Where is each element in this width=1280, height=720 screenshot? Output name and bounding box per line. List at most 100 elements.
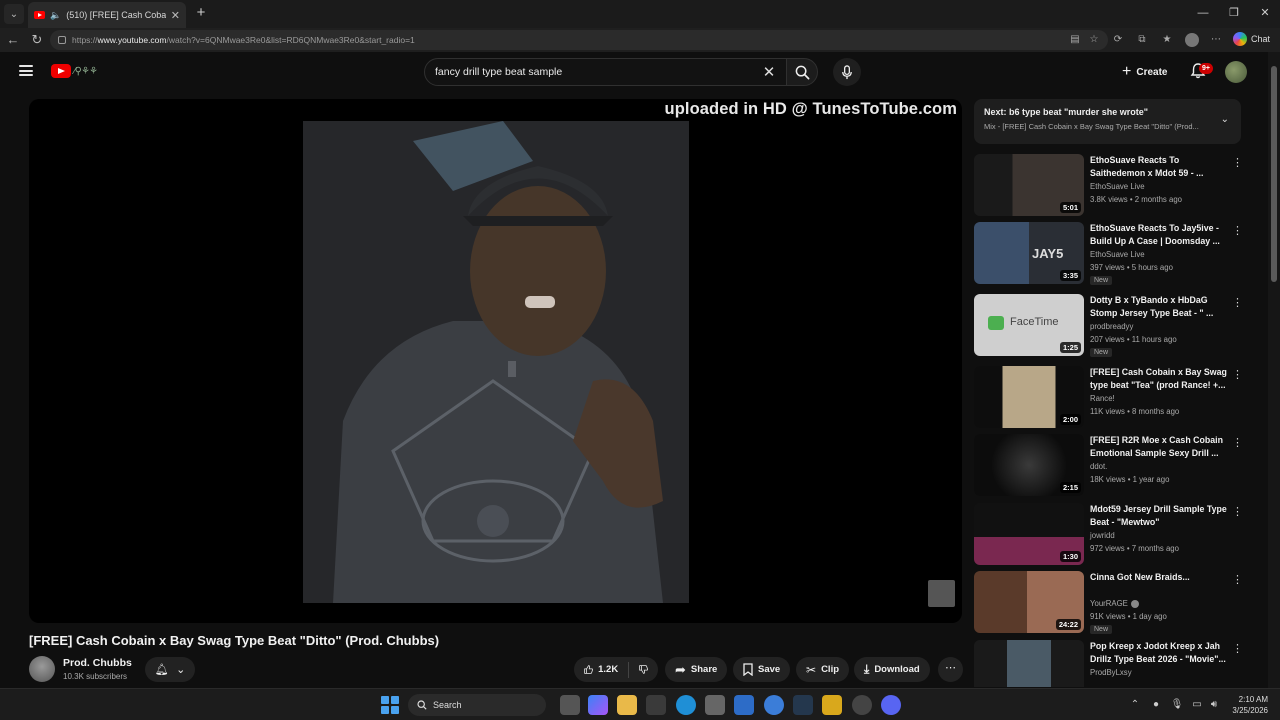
copilot-taskbar-icon[interactable] [588, 695, 608, 715]
recommendation-item[interactable]: 2:00 [FREE] Cash Cobain x Bay Swag type … [974, 366, 1254, 430]
reader-view-icon[interactable]: ▤ [1068, 33, 1082, 47]
kebab-menu-icon[interactable]: ⋮ [1232, 436, 1243, 449]
recommendation-channel[interactable]: jowridd [1090, 531, 1115, 540]
display-tray-icon[interactable]: ▭ [1190, 698, 1204, 712]
video-player[interactable]: uploaded in HD @ TunesToTube.com [29, 99, 962, 623]
recommendation-title[interactable]: [FREE] Cash Cobain x Bay Swag type beat … [1090, 366, 1230, 392]
clip-button[interactable]: ✂ Clip [796, 657, 850, 682]
profile-icon[interactable] [1185, 33, 1199, 47]
save-button[interactable]: Save [733, 657, 791, 682]
tray-overflow-chevron-icon[interactable]: ⌃ [1128, 698, 1142, 712]
kebab-menu-icon[interactable]: ⋮ [1232, 368, 1243, 381]
recommendation-channel[interactable]: prodbreadyy [1090, 322, 1133, 331]
recommendation-channel[interactable]: ddot. [1090, 462, 1107, 471]
roblox-studio-icon[interactable] [822, 695, 842, 715]
scrollbar-thumb[interactable] [1271, 66, 1277, 282]
endscreen-channel-thumbnail[interactable] [928, 580, 955, 607]
channel-avatar[interactable] [29, 656, 55, 682]
recommendation-channel[interactable]: ProdByLxsy [1090, 668, 1132, 677]
settings-gear-icon[interactable] [646, 695, 666, 715]
recommendation-thumbnail[interactable]: 24:22 [974, 571, 1084, 633]
kebab-menu-icon[interactable]: ⋮ [1232, 156, 1243, 169]
new-tab-icon[interactable]: + [192, 4, 210, 22]
recommendation-item[interactable]: 24:22 Cinna Got New Braids... YourRAGE 9… [974, 571, 1254, 635]
volume-tray-icon[interactable]: 🔊︎ [1207, 698, 1221, 712]
extensions-icon[interactable]: ⟳ [1111, 33, 1125, 47]
url-field[interactable]: https://www.youtube.com/watch?v=6QNMwae3… [50, 30, 1108, 50]
browser-menu-icon[interactable]: ⋯ [1209, 33, 1223, 47]
hamburger-menu-icon[interactable] [19, 65, 33, 76]
recommendation-title[interactable]: Mdot59 Jersey Drill Sample Type Beat - "… [1090, 503, 1230, 529]
recommendation-title[interactable]: [FREE] R2R Moe x Cash Cobain Emotional S… [1090, 434, 1230, 460]
refresh-icon[interactable]: ↻ [28, 31, 46, 49]
recommendation-title[interactable]: Cinna Got New Braids... [1090, 571, 1230, 584]
recommendation-channel[interactable]: EthoSuave Live [1090, 182, 1145, 191]
favorite-star-icon[interactable]: ☆ [1087, 33, 1101, 47]
browser-tab-active[interactable]: 🔈 (510) [FREE] Cash Cobain x Ba ✕ [28, 2, 186, 28]
recommendation-thumbnail[interactable]: 2:15 [974, 434, 1084, 496]
recommendation-title[interactable]: Pop Kreep x Jodot Kreep x Jah Drillz Typ… [1090, 640, 1230, 666]
store-icon[interactable] [705, 695, 725, 715]
kebab-menu-icon[interactable]: ⋮ [1232, 573, 1243, 586]
chrome-icon[interactable] [852, 695, 872, 715]
expand-chevron-icon[interactable]: ⌄ [1221, 114, 1229, 125]
search-input[interactable]: fancy drill type beat sample ✕ [424, 58, 788, 86]
subscription-notifications-button[interactable]: 🔔︎ ⌄ [145, 657, 195, 682]
recommendation-title[interactable]: EthoSuave Reacts To Saithedemon x Mdot 5… [1090, 154, 1230, 180]
file-explorer-icon[interactable] [617, 695, 637, 715]
recommendation-title[interactable]: Dotty B x TyBando x HbDaG Stomp Jersey T… [1090, 294, 1230, 320]
window-close-icon[interactable]: ✕ [1250, 4, 1280, 22]
clear-search-icon[interactable]: ✕ [761, 63, 777, 81]
kebab-menu-icon[interactable]: ⋮ [1232, 505, 1243, 518]
search-button[interactable] [786, 58, 818, 86]
recommendation-item[interactable]: JAY5 3:35 EthoSuave Reacts To Jay5ive - … [974, 222, 1254, 286]
discord-icon[interactable] [881, 695, 901, 715]
share-button[interactable]: ➦ Share [665, 657, 728, 682]
recommendation-thumbnail[interactable]: 2:00 [974, 366, 1084, 428]
taskbar-clock[interactable]: 2:10 AM 3/25/2026 [1224, 694, 1268, 716]
taskbar-search-box[interactable]: Search [408, 694, 546, 716]
edge-browser-icon[interactable] [676, 695, 696, 715]
favorites-bar-icon[interactable]: ★ [1160, 33, 1174, 47]
minimize-icon[interactable]: — [1188, 4, 1218, 22]
recommendation-channel[interactable]: EthoSuave Live [1090, 250, 1145, 259]
recommendation-title[interactable]: EthoSuave Reacts To Jay5ive - Build Up A… [1090, 222, 1230, 248]
account-avatar[interactable] [1225, 61, 1247, 83]
recommendation-thumbnail[interactable] [974, 640, 1084, 687]
tab-list-chevron-icon[interactable]: ⌄ [4, 4, 24, 24]
editor-app-icon[interactable] [734, 695, 754, 715]
recommendation-thumbnail[interactable]: FaceTime 1:25 [974, 294, 1084, 356]
back-arrow-icon[interactable]: ← [4, 31, 22, 49]
recommendation-item[interactable]: 2:15 [FREE] R2R Moe x Cash Cobain Emotio… [974, 434, 1254, 498]
kebab-menu-icon[interactable]: ⋮ [1232, 296, 1243, 309]
restore-icon[interactable]: ❐ [1219, 4, 1249, 22]
steam-icon[interactable] [793, 695, 813, 715]
recommendation-channel[interactable]: Rance! [1090, 394, 1115, 403]
recommendation-item[interactable]: FaceTime 1:25 Dotty B x TyBando x HbDaG … [974, 294, 1254, 358]
up-next-mix-card[interactable]: Next: b6 type beat "murder she wrote" Mi… [974, 99, 1241, 144]
windows-start-icon[interactable] [381, 696, 399, 714]
recommendation-item[interactable]: 5:01 EthoSuave Reacts To Saithedemon x M… [974, 154, 1254, 218]
channel-name[interactable]: Prod. Chubbs [63, 657, 132, 669]
like-thumb-icon[interactable] [584, 663, 593, 676]
browser-app-icon[interactable] [764, 695, 784, 715]
kebab-menu-icon[interactable]: ⋮ [1232, 642, 1243, 655]
voice-search-button[interactable] [833, 58, 861, 86]
split-screen-icon[interactable]: ⧉ [1135, 33, 1149, 47]
tab-audio-icon[interactable]: 🔈 [50, 10, 61, 21]
task-view-icon[interactable] [560, 695, 580, 715]
download-button[interactable]: ⤓ Download [854, 657, 930, 682]
recommendation-thumbnail[interactable]: JAY5 3:35 [974, 222, 1084, 284]
microphone-tray-icon[interactable]: 🎙︎ [1170, 698, 1184, 712]
tab-close-icon[interactable]: ✕ [171, 9, 180, 22]
tray-app-icon[interactable]: ● [1149, 698, 1163, 712]
recommendation-item[interactable]: 1:30 Mdot59 Jersey Drill Sample Type Bea… [974, 503, 1254, 567]
page-scrollbar[interactable] [1268, 52, 1280, 688]
youtube-logo[interactable]: ⁄⚲⚘⚘ [51, 64, 98, 78]
create-button[interactable]: + Create [1114, 61, 1175, 83]
recommendation-thumbnail[interactable]: 1:30 [974, 503, 1084, 565]
like-count[interactable]: 1.2K [598, 664, 618, 675]
recommendation-item[interactable]: Pop Kreep x Jodot Kreep x Jah Drillz Typ… [974, 640, 1254, 687]
kebab-menu-icon[interactable]: ⋮ [1232, 224, 1243, 237]
recommendation-channel[interactable]: YourRAGE [1090, 599, 1139, 608]
